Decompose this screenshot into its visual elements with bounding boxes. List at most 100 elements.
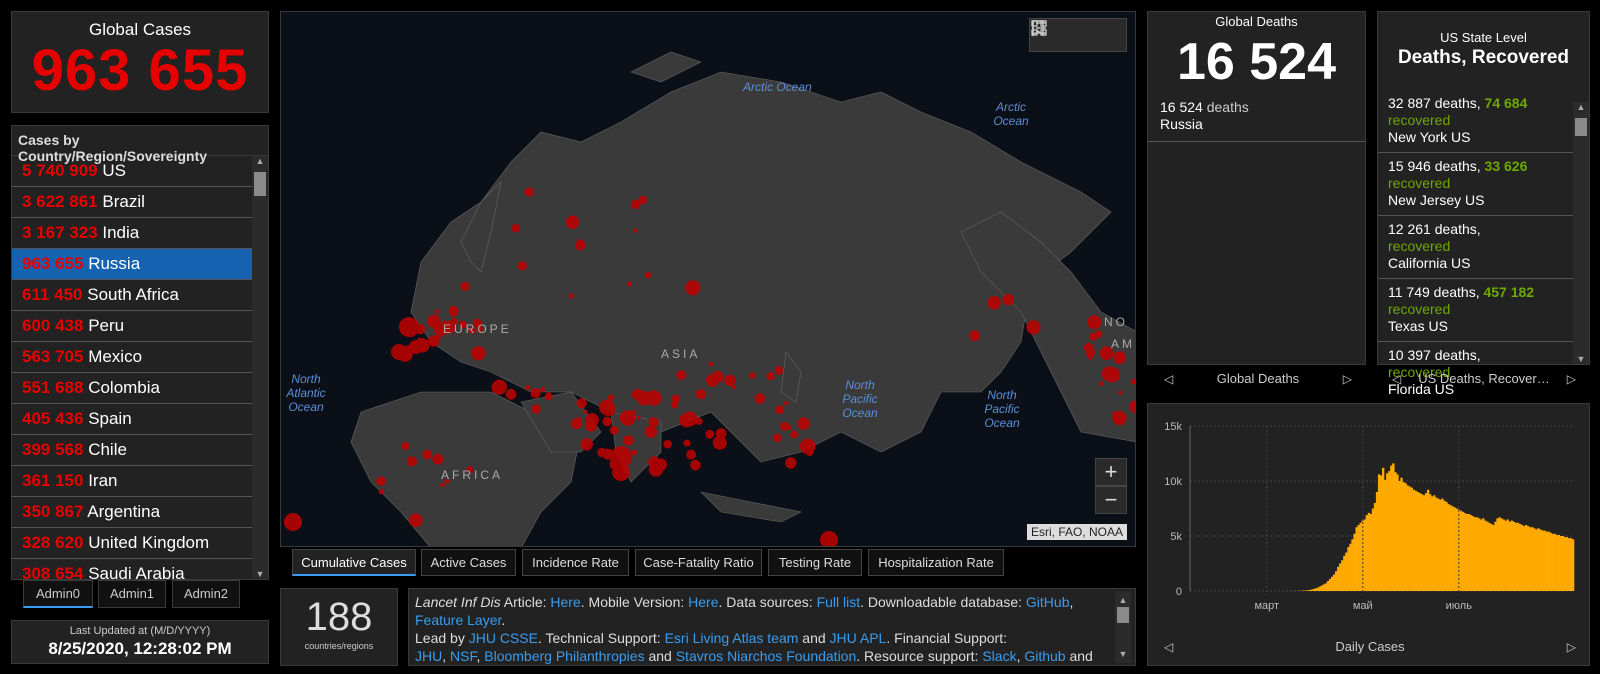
case-marker[interactable] (449, 310, 457, 318)
bar[interactable] (1524, 525, 1528, 591)
bar[interactable] (1426, 489, 1430, 591)
bar[interactable] (1351, 539, 1354, 591)
case-marker[interactable] (1026, 320, 1041, 335)
scroll-down-icon[interactable]: ▼ (1115, 645, 1131, 663)
case-marker[interactable] (571, 418, 582, 430)
link-esri-living-atlas[interactable]: Esri Living Atlas team (665, 630, 799, 646)
case-marker[interactable] (1112, 411, 1117, 416)
case-marker[interactable] (969, 330, 980, 342)
case-marker[interactable] (1089, 332, 1098, 341)
case-marker[interactable] (575, 239, 586, 251)
bar[interactable] (1365, 515, 1368, 591)
case-marker[interactable] (1089, 352, 1095, 358)
qr-grid-icon[interactable] (1030, 19, 1048, 37)
case-marker[interactable] (705, 429, 715, 439)
bar[interactable] (1569, 538, 1573, 591)
case-marker[interactable] (775, 405, 785, 415)
bar[interactable] (1520, 525, 1524, 591)
bar[interactable] (1545, 531, 1548, 591)
link-jhu-apl[interactable]: JHU APL (830, 630, 887, 646)
bar[interactable] (1410, 487, 1413, 591)
case-marker[interactable] (631, 388, 644, 400)
bar[interactable] (1367, 512, 1371, 591)
bar[interactable] (1341, 560, 1344, 591)
case-marker[interactable] (631, 449, 638, 456)
bar[interactable] (1316, 587, 1319, 591)
bar[interactable] (1353, 533, 1356, 591)
case-marker[interactable] (1101, 366, 1117, 382)
bar[interactable] (1435, 497, 1438, 592)
bar[interactable] (1406, 485, 1409, 591)
link-jhu-csse[interactable]: JHU CSSE (469, 630, 538, 646)
list-item[interactable]: 32 887 deaths, 74 684 recovered New York U… (1378, 90, 1573, 153)
link-feature-layer[interactable]: Feature Layer (415, 612, 501, 628)
case-marker[interactable] (626, 281, 632, 287)
bar[interactable] (1337, 566, 1340, 591)
bar[interactable] (1498, 517, 1501, 591)
bar[interactable] (1465, 514, 1469, 591)
bar[interactable] (1463, 512, 1467, 591)
case-marker[interactable] (663, 439, 672, 449)
case-marker[interactable] (648, 456, 661, 469)
case-marker[interactable] (399, 317, 419, 337)
bar[interactable] (1373, 503, 1377, 591)
bar[interactable] (1522, 526, 1526, 591)
bar[interactable] (1343, 555, 1346, 591)
bar[interactable] (1326, 581, 1330, 591)
bar[interactable] (1504, 520, 1507, 591)
case-marker[interactable] (717, 441, 723, 448)
bar[interactable] (1529, 527, 1532, 591)
case-marker[interactable] (471, 346, 486, 361)
bar[interactable] (1422, 495, 1426, 591)
list-item[interactable]: 350 867 Argentina (12, 497, 252, 528)
bar[interactable] (1320, 585, 1324, 592)
country-list-scrollbar[interactable]: ▲ ▼ (252, 156, 268, 579)
scroll-up-icon[interactable]: ▲ (1573, 102, 1589, 112)
bar[interactable] (1531, 527, 1534, 591)
case-marker[interactable] (580, 438, 593, 451)
case-marker[interactable] (606, 401, 615, 410)
case-marker[interactable] (797, 417, 810, 430)
bar[interactable] (1437, 498, 1440, 591)
bar[interactable] (1375, 492, 1379, 591)
case-marker[interactable] (544, 392, 553, 401)
case-marker[interactable] (706, 374, 719, 387)
bar[interactable] (1445, 501, 1448, 591)
case-marker[interactable] (378, 489, 384, 495)
case-marker[interactable] (766, 372, 775, 381)
case-marker[interactable] (284, 513, 302, 531)
case-marker[interactable] (820, 531, 838, 547)
bar[interactable] (1508, 521, 1511, 591)
tab-hospitalization-rate[interactable]: Hospitalization Rate (868, 549, 1004, 576)
tab-admin1[interactable]: Admin1 (98, 580, 166, 608)
bar[interactable] (1541, 530, 1544, 592)
link-stavros-niarchos[interactable]: Stavros Niarchos Foundation (676, 648, 857, 664)
bar[interactable] (1314, 588, 1317, 591)
list-item[interactable]: 611 450 South Africa (12, 280, 252, 311)
bar[interactable] (1461, 511, 1464, 591)
map-canvas[interactable] (281, 12, 1136, 547)
case-marker[interactable] (434, 309, 440, 314)
bar[interactable] (1414, 490, 1418, 591)
bar[interactable] (1371, 508, 1375, 592)
case-marker[interactable] (432, 453, 444, 465)
case-marker[interactable] (1113, 351, 1126, 365)
bar[interactable] (1490, 523, 1493, 591)
bar[interactable] (1447, 504, 1450, 591)
chevron-right-icon[interactable]: ▷ (1567, 633, 1576, 661)
bar[interactable] (1443, 500, 1446, 591)
case-marker[interactable] (715, 428, 727, 439)
case-marker[interactable] (773, 433, 782, 443)
scrollbar-thumb[interactable] (254, 172, 266, 196)
link-bloomberg[interactable]: Bloomberg Philanthropies (484, 648, 644, 664)
bar[interactable] (1408, 486, 1411, 592)
bar[interactable] (1559, 536, 1563, 591)
chevron-left-icon[interactable]: ◁ (1392, 365, 1401, 393)
bar[interactable] (1363, 519, 1366, 592)
bar[interactable] (1506, 519, 1509, 592)
list-item[interactable]: 12 261 deaths, recovered California US (1378, 216, 1573, 279)
case-marker[interactable] (695, 417, 703, 426)
bar[interactable] (1324, 583, 1328, 591)
tab-incidence-rate[interactable]: Incidence Rate (522, 549, 629, 576)
bar[interactable] (1510, 520, 1514, 591)
